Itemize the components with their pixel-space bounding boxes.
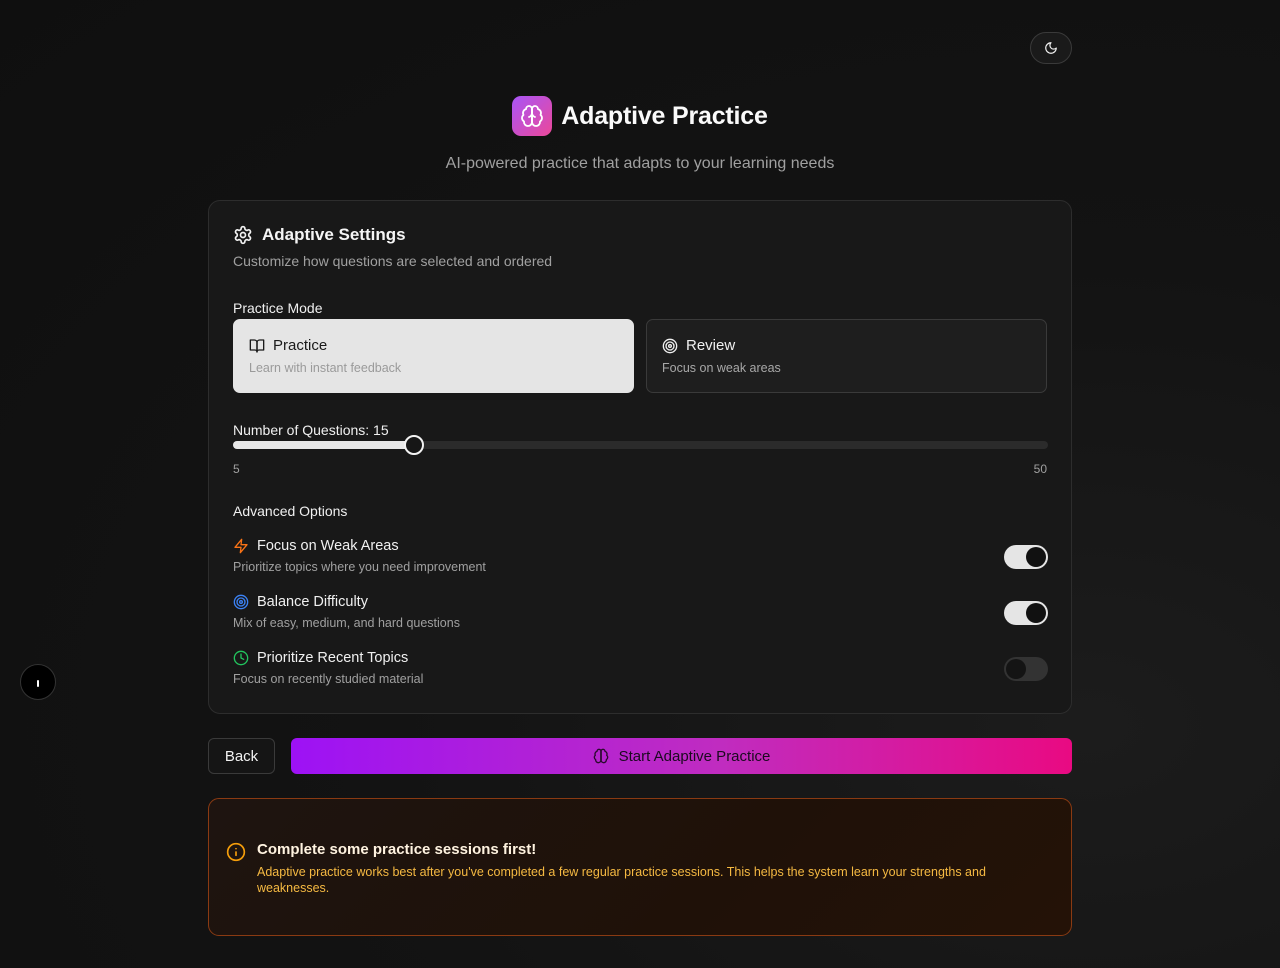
option-focus-weak-areas: Focus on Weak Areas Prioritize topics wh… <box>233 538 1048 582</box>
toggle-knob <box>1026 547 1046 567</box>
advanced-options-label: Advanced Options <box>233 503 348 519</box>
card-header: Adaptive Settings <box>233 225 406 245</box>
start-adaptive-practice-button[interactable]: Start Adaptive Practice <box>291 738 1072 774</box>
start-button-label: Start Adaptive Practice <box>618 747 771 765</box>
practice-mode-label: Practice Mode <box>233 300 323 316</box>
floating-help-button[interactable] <box>20 664 56 700</box>
mode-option-review[interactable]: Review Focus on weak areas <box>646 319 1047 393</box>
brain-logo <box>512 96 553 136</box>
balance-difficulty-toggle[interactable] <box>1004 601 1048 625</box>
focus-weak-areas-toggle[interactable] <box>1004 545 1048 569</box>
mode-description: Learn with instant feedback <box>249 361 402 375</box>
option-description: Prioritize topics where you need improve… <box>233 560 486 574</box>
card-description: Customize how questions are selected and… <box>233 253 553 269</box>
adaptive-settings-card: Adaptive Settings Customize how question… <box>208 200 1072 714</box>
option-header: Focus on Weak Areas <box>233 538 1048 554</box>
mode-header: Practice <box>249 337 618 354</box>
slider-thumb[interactable] <box>404 435 424 455</box>
mode-option-practice[interactable]: Practice Learn with instant feedback <box>233 319 634 393</box>
toggle-knob <box>1006 659 1026 679</box>
option-prioritize-recent: Prioritize Recent Topics Focus on recent… <box>233 650 1048 694</box>
clock-icon <box>233 650 249 666</box>
moon-icon <box>1045 42 1057 54</box>
mode-label: Review <box>686 337 736 354</box>
page-subtitle: AI-powered practice that adapts to your … <box>445 155 835 172</box>
page-header: Adaptive Practice <box>0 96 1280 136</box>
info-alert: Complete some practice sessions first! A… <box>208 798 1072 936</box>
option-description: Focus on recently studied material <box>233 672 424 686</box>
indicator-icon <box>37 680 39 687</box>
option-label: Prioritize Recent Topics <box>257 650 409 666</box>
info-icon <box>226 842 246 862</box>
question-count-slider[interactable] <box>233 435 1048 455</box>
back-button[interactable]: Back <box>208 738 275 774</box>
option-header: Balance Difficulty <box>233 594 1048 610</box>
option-balance-difficulty: Balance Difficulty Mix of easy, medium, … <box>233 594 1048 638</box>
slider-max-label: 50 <box>1033 462 1047 476</box>
question-count-label: Number of Questions: 15 <box>233 422 389 438</box>
mode-label: Practice <box>273 337 328 354</box>
slider-min-label: 5 <box>233 462 240 476</box>
prioritize-recent-toggle[interactable] <box>1004 657 1048 681</box>
brain-icon <box>593 748 608 764</box>
brain-icon <box>521 105 544 127</box>
option-label: Balance Difficulty <box>257 594 368 610</box>
card-title: Adaptive Settings <box>262 225 406 244</box>
book-open-icon <box>249 338 265 353</box>
mode-description: Focus on weak areas <box>662 361 781 375</box>
option-label: Focus on Weak Areas <box>257 538 399 554</box>
alert-title: Complete some practice sessions first! <box>257 841 537 858</box>
option-description: Mix of easy, medium, and hard questions <box>233 616 460 630</box>
page-title: Adaptive Practice <box>561 101 768 130</box>
toggle-knob <box>1026 603 1046 623</box>
theme-toggle-button[interactable] <box>1030 32 1072 64</box>
zap-icon <box>234 538 248 554</box>
slider-fill <box>233 441 414 449</box>
option-header: Prioritize Recent Topics <box>233 650 1048 666</box>
mode-header: Review <box>662 337 1031 354</box>
target-icon <box>662 338 678 353</box>
target-icon <box>233 594 249 610</box>
alert-body: Adaptive practice works best after you'v… <box>257 865 986 895</box>
gear-icon <box>234 225 252 245</box>
